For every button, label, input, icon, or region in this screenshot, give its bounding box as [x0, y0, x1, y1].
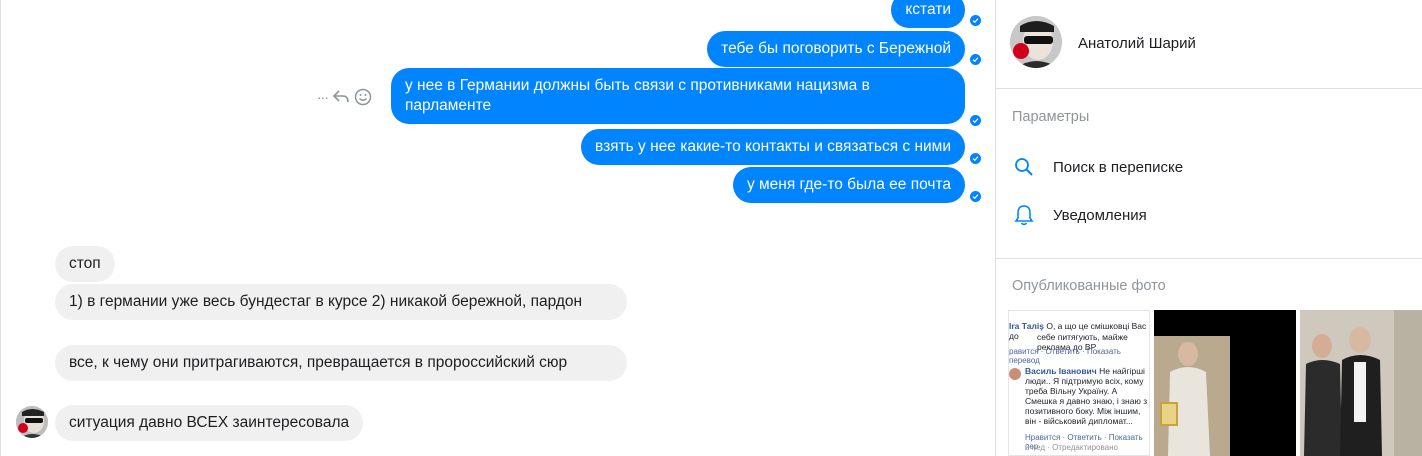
incoming-message[interactable]: стоп	[55, 246, 115, 282]
shared-photos-grid: Ira Таліş О, а що це смішковці Вас до се…	[1008, 310, 1422, 456]
outgoing-message[interactable]: тебе бы поговорить с Бережной	[707, 31, 965, 67]
divider	[996, 258, 1422, 259]
photo-image	[1300, 310, 1422, 456]
message-actions: ···	[317, 88, 372, 106]
outgoing-message[interactable]: у меня где-то была ее почта	[732, 167, 965, 203]
profile-name[interactable]: Анатолий Шарий	[1078, 35, 1196, 52]
message-text: кстати	[905, 1, 951, 18]
notifications-button[interactable]: Уведомления	[1012, 203, 1147, 227]
photo-image	[1154, 310, 1296, 456]
seen-check-icon	[970, 191, 981, 202]
seen-check-icon	[970, 153, 981, 164]
message-text: взять у нее какие-то контакты и связатьс…	[595, 138, 951, 155]
seen-check-icon	[970, 115, 981, 126]
seen-check-icon	[970, 15, 981, 26]
emoji-icon[interactable]	[354, 88, 372, 106]
message-text: у нее в Германии должны быть связи с про…	[405, 77, 870, 114]
comment-links: равится · Ответить · Показать перевод	[1009, 347, 1121, 365]
comment-author: Василь Іванович	[1025, 366, 1097, 376]
comment-author: Ira Таліş	[1009, 321, 1044, 331]
message-text: ситуация давно ВСЕХ заинтересовала	[69, 414, 350, 431]
search-in-conversation-button[interactable]: Поиск в переписке	[1012, 155, 1183, 179]
outgoing-message[interactable]: кстати	[891, 0, 965, 28]
more-options-icon[interactable]: ···	[317, 89, 329, 105]
comment-text: треба Вільну Україну. А	[1025, 386, 1118, 396]
comment-text: позитивного боку. Між іншим,	[1025, 406, 1141, 416]
comment-text: він - військовий дипломат...	[1025, 416, 1133, 426]
shared-photos-title: Опубликованные фото	[1012, 278, 1166, 294]
commenter-avatar	[1009, 368, 1021, 380]
options-section-title: Параметры	[1012, 109, 1090, 125]
message-text: у меня где-то была ее почта	[746, 176, 951, 193]
search-label: Поиск в переписке	[1053, 158, 1184, 176]
outgoing-message[interactable]: взять у нее какие-то контакты и связатьс…	[581, 129, 965, 165]
incoming-message[interactable]: 1) в германии уже весь бундестаг в курсе…	[55, 284, 627, 320]
contact-avatar[interactable]	[16, 406, 48, 438]
comment-text: люди.. Я підтримую всіх, кому	[1025, 376, 1144, 386]
divider	[996, 88, 1422, 89]
notifications-label: Уведомления	[1053, 206, 1147, 224]
message-text: стоп	[69, 255, 101, 272]
message-text: все, к чему они притрагиваются, превраща…	[69, 354, 568, 371]
shared-photo[interactable]	[1300, 310, 1422, 456]
comment-meta: 2 нед · Отредактировано	[1025, 443, 1118, 452]
incoming-message[interactable]: все, к чему они притрагиваются, превраща…	[55, 345, 627, 381]
message-text: тебе бы поговорить с Бережной	[721, 40, 951, 57]
shared-photo[interactable]	[1154, 310, 1296, 456]
shared-photo[interactable]: Ira Таліş О, а що це смішковці Вас до се…	[1008, 310, 1150, 456]
reply-icon[interactable]	[332, 89, 350, 105]
conversation-pane: кстати тебе бы поговорить с Бережной у н…	[0, 0, 995, 456]
bell-icon	[1012, 203, 1036, 227]
comment-text: Смешка я давно знаю, і знаю з	[1025, 396, 1148, 406]
message-text: 1) в германии уже весь бундестаг в курсе…	[69, 293, 583, 310]
conversation-details-sidebar: Анатолий Шарий Параметры Поиск в перепис…	[996, 0, 1422, 456]
search-icon	[1012, 155, 1036, 179]
profile-avatar[interactable]	[1010, 16, 1062, 68]
comment-text: Не найгірші	[1099, 366, 1145, 376]
incoming-message[interactable]: ситуация давно ВСЕХ заинтересовала	[55, 405, 364, 441]
seen-check-icon	[970, 54, 981, 65]
outgoing-message[interactable]: у нее в Германии должны быть связи с про…	[391, 68, 965, 124]
